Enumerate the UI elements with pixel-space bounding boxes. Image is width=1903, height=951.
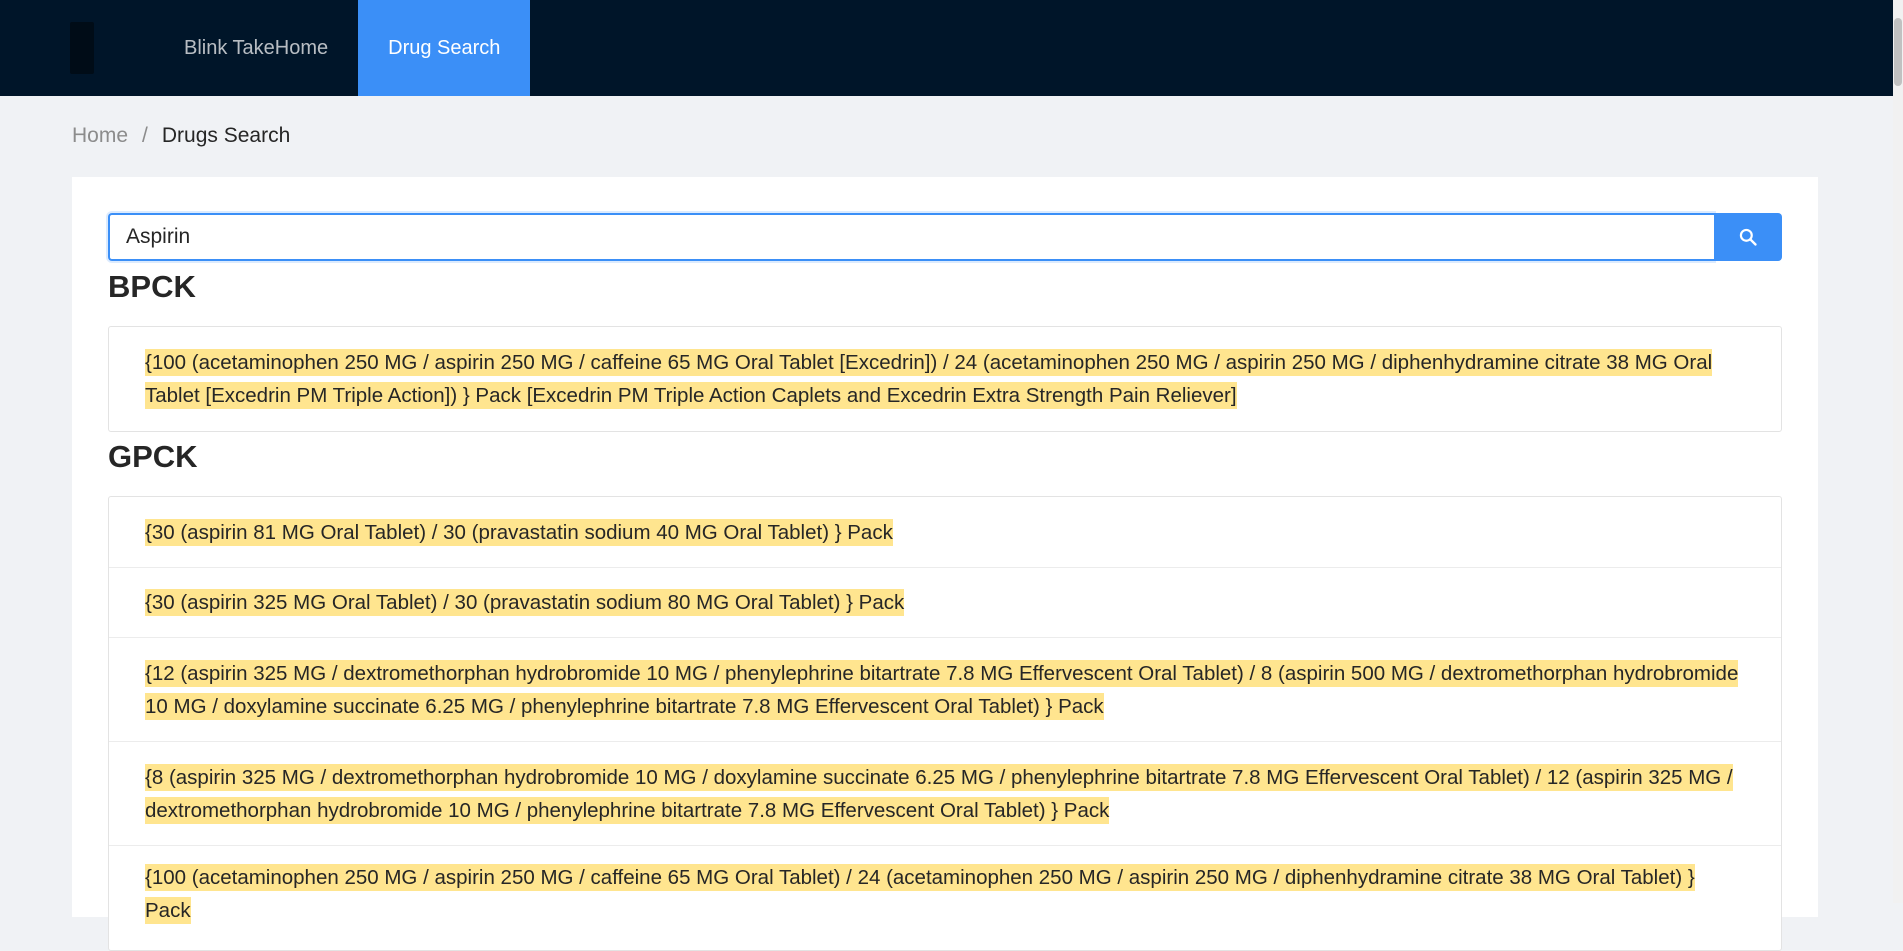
nav-item-blink-takehome[interactable]: Blink TakeHome xyxy=(154,0,358,96)
gpck-results-list: {30 (aspirin 81 MG Oral Tablet) / 30 (pr… xyxy=(108,496,1782,951)
bpck-results-list: {100 (acetaminophen 250 MG / aspirin 250… xyxy=(108,326,1782,432)
scrollbar-thumb[interactable] xyxy=(1894,18,1902,86)
drug-name: {12 (aspirin 325 MG / dextromethorphan h… xyxy=(145,659,1739,720)
drug-name: {8 (aspirin 325 MG / dextromethorphan hy… xyxy=(145,763,1733,824)
nav-item-label: Blink TakeHome xyxy=(184,36,329,59)
list-item[interactable]: {100 (acetaminophen 250 MG / aspirin 250… xyxy=(109,327,1781,431)
list-item[interactable]: {12 (aspirin 325 MG / dextromethorphan h… xyxy=(109,638,1781,742)
nav-item-drug-search[interactable]: Drug Search xyxy=(358,0,531,96)
section-title-gpck: GPCK xyxy=(108,439,198,474)
list-item[interactable]: {8 (aspirin 325 MG / dextromethorphan hy… xyxy=(109,742,1781,846)
top-header: Blink TakeHome Drug Search xyxy=(0,0,1893,96)
drug-name: {100 (acetaminophen 250 MG / aspirin 250… xyxy=(145,349,1713,409)
list-item[interactable]: {100 (acetaminophen 250 MG / aspirin 250… xyxy=(109,846,1781,950)
breadcrumb-separator: / xyxy=(142,124,148,147)
main-nav: Blink TakeHome Drug Search xyxy=(154,0,531,96)
list-item[interactable]: {30 (aspirin 325 MG Oral Tablet) / 30 (p… xyxy=(109,568,1781,638)
breadcrumb-current: Drugs Search xyxy=(161,124,291,147)
breadcrumb-home[interactable]: Home xyxy=(72,124,128,148)
drug-name: {30 (aspirin 325 MG Oral Tablet) / 30 (p… xyxy=(145,589,905,616)
section-title-bpck: BPCK xyxy=(108,269,196,304)
search-bar xyxy=(108,213,1782,261)
drug-name: {100 (acetaminophen 250 MG / aspirin 250… xyxy=(145,864,1695,924)
nav-item-label: Drug Search xyxy=(388,36,501,59)
breadcrumb: Home / Drugs Search xyxy=(72,124,290,148)
drug-name: {30 (aspirin 81 MG Oral Tablet) / 30 (pr… xyxy=(145,518,893,546)
content-card: BPCK {100 (acetaminophen 250 MG / aspiri… xyxy=(72,177,1818,951)
logo[interactable] xyxy=(70,22,94,74)
page-scrollbar[interactable] xyxy=(1893,0,1903,903)
search-button[interactable] xyxy=(1714,213,1782,261)
search-input[interactable] xyxy=(108,213,1714,261)
list-item[interactable]: {30 (aspirin 81 MG Oral Tablet) / 30 (pr… xyxy=(109,497,1781,568)
search-icon xyxy=(1739,228,1757,246)
